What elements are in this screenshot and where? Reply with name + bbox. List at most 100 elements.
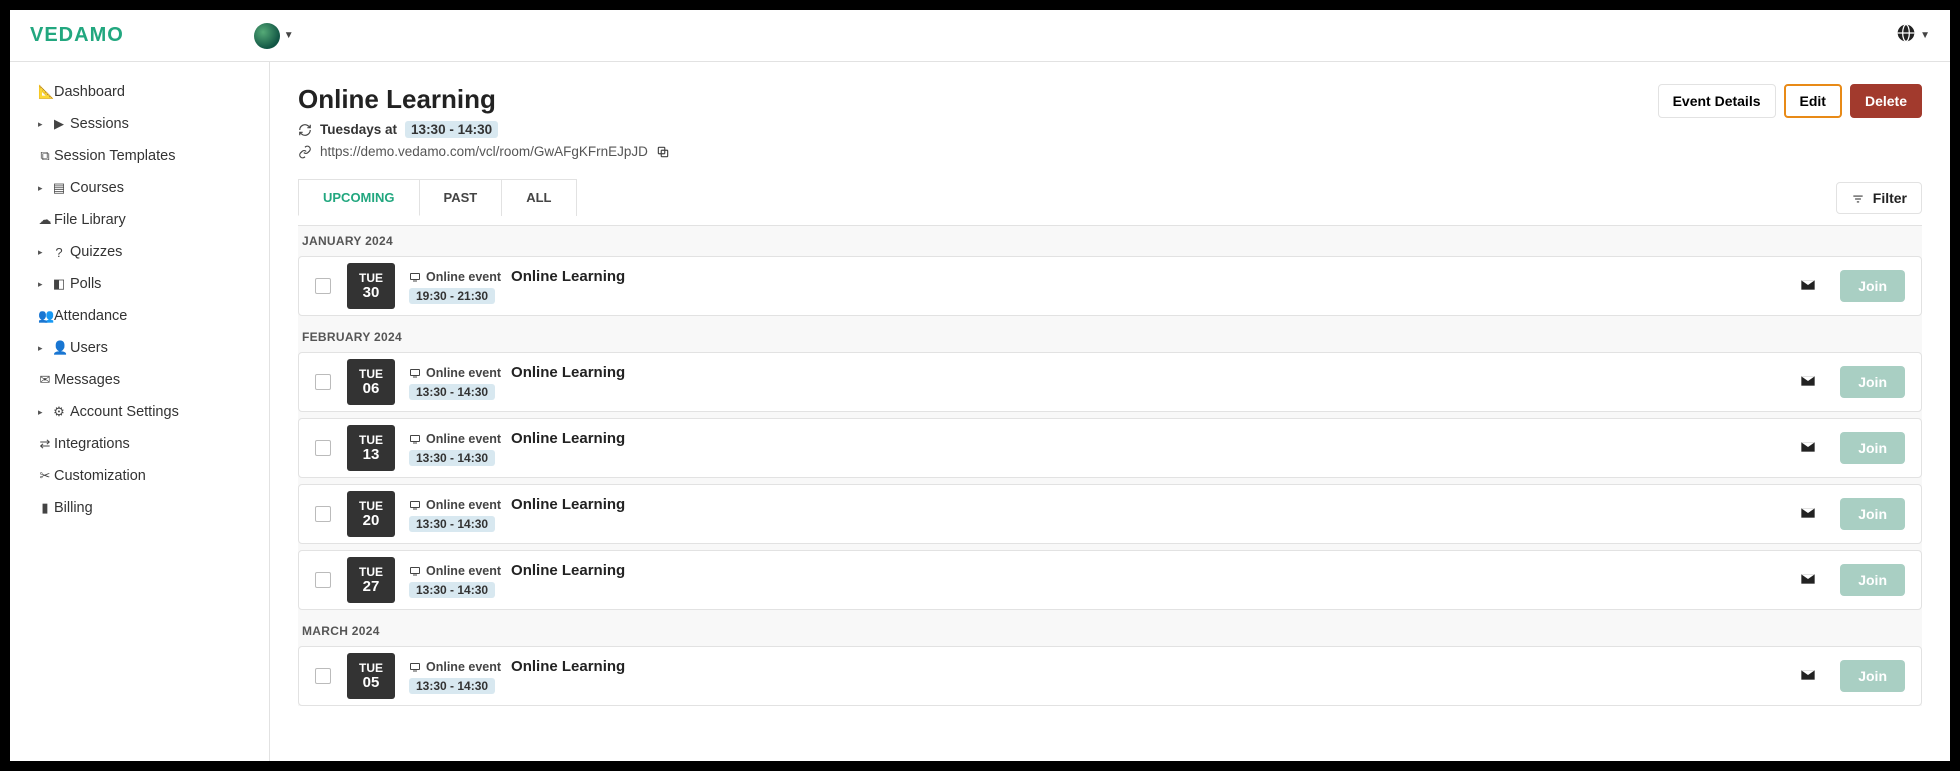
sidebar-item-courses[interactable]: ▸▤Courses [10, 172, 269, 204]
sidebar-item-file-library[interactable]: ☁File Library [10, 204, 269, 236]
event-info: Online eventOnline Learning13:30 - 14:30 [395, 490, 1800, 538]
profile-menu[interactable]: ▼ [254, 23, 294, 49]
sidebar-icon: ⧉ [38, 148, 52, 164]
sidebar-item-label: Customization [54, 468, 146, 484]
event-info: Online eventOnline Learning13:30 - 14:30 [395, 556, 1800, 604]
sidebar-item-label: Session Templates [54, 148, 175, 164]
sidebar-item-billing[interactable]: ▮Billing [10, 492, 269, 524]
sidebar-item-polls[interactable]: ▸◧Polls [10, 268, 269, 300]
sidebar-item-customization[interactable]: ✂Customization [10, 460, 269, 492]
sidebar-item-messages[interactable]: ✉Messages [10, 364, 269, 396]
join-button[interactable]: Join [1840, 498, 1905, 530]
sidebar-icon: ☁ [38, 212, 52, 228]
event-list: JANUARY 2024TUE30 Online eventOnline Lea… [298, 225, 1922, 706]
sidebar-icon: 📐 [38, 84, 52, 100]
row-menu-icon[interactable] [1800, 668, 1816, 685]
row-checkbox[interactable] [315, 572, 331, 588]
sidebar-item-integrations[interactable]: ⇄Integrations [10, 428, 269, 460]
month-header: FEBRUARY 2024 [298, 322, 1922, 352]
edit-button[interactable]: Edit [1784, 84, 1842, 118]
row-menu-icon[interactable] [1800, 506, 1816, 523]
row-menu-icon[interactable] [1800, 440, 1816, 457]
month-header: MARCH 2024 [298, 616, 1922, 646]
recurrence-icon [298, 122, 312, 137]
date-badge: TUE05 [347, 653, 395, 699]
sidebar-item-label: Courses [70, 180, 124, 196]
filter-button[interactable]: Filter [1836, 182, 1922, 214]
sidebar-item-account-settings[interactable]: ▸ ⚙Account Settings [10, 396, 269, 428]
row-menu-icon[interactable] [1800, 572, 1816, 589]
date-badge: TUE27 [347, 557, 395, 603]
row-checkbox[interactable] [315, 278, 331, 294]
filter-label: Filter [1873, 190, 1907, 206]
chevron-right-icon: ▸ [38, 343, 43, 354]
date-dow: TUE [359, 500, 383, 513]
event-title[interactable]: Online Learning [511, 496, 625, 513]
date-badge: TUE20 [347, 491, 395, 537]
event-info: Online eventOnline Learning13:30 - 14:30 [395, 424, 1800, 472]
link-icon [298, 144, 312, 159]
join-button[interactable]: Join [1840, 564, 1905, 596]
chevron-right-icon: ▸ [38, 183, 43, 194]
copy-icon[interactable] [656, 144, 670, 159]
event-title[interactable]: Online Learning [511, 430, 625, 447]
sidebar-item-label: Account Settings [70, 404, 179, 420]
sidebar-item-attendance[interactable]: 👥Attendance [10, 300, 269, 332]
room-url[interactable]: https://demo.vedamo.com/vcl/room/GwAFgKF… [320, 144, 648, 159]
row-checkbox[interactable] [315, 374, 331, 390]
event-row: TUE30 Online eventOnline Learning19:30 -… [298, 256, 1922, 316]
date-day: 20 [363, 513, 380, 530]
sidebar-item-session-templates[interactable]: ⧉Session Templates [10, 140, 269, 172]
row-checkbox[interactable] [315, 668, 331, 684]
join-button[interactable]: Join [1840, 660, 1905, 692]
recurrence-text: Tuesdays at [320, 122, 397, 137]
chevron-right-icon: ▸ [38, 247, 43, 258]
language-menu[interactable]: ▼ [1896, 23, 1930, 49]
event-row: TUE06 Online eventOnline Learning13:30 -… [298, 352, 1922, 412]
sidebar-icon: ⚙ [52, 404, 66, 420]
event-details-button[interactable]: Event Details [1658, 84, 1776, 118]
date-day: 13 [363, 447, 380, 464]
sidebar-icon: ◧ [52, 276, 66, 292]
sidebar: 📐Dashboard▸▶Sessions⧉Session Templates▸▤… [10, 62, 270, 761]
row-menu-icon[interactable] [1800, 374, 1816, 391]
delete-button[interactable]: Delete [1850, 84, 1922, 118]
tab-all[interactable]: ALL [502, 179, 576, 216]
join-button[interactable]: Join [1840, 432, 1905, 464]
sidebar-item-label: Quizzes [70, 244, 122, 260]
sidebar-icon: ? [52, 245, 66, 260]
row-menu-icon[interactable] [1800, 278, 1816, 295]
event-title[interactable]: Online Learning [511, 364, 625, 381]
online-event-tag: Online event [409, 564, 501, 578]
row-actions: Join [1800, 498, 1921, 530]
row-checkbox[interactable] [315, 440, 331, 456]
online-event-tag: Online event [409, 498, 501, 512]
sidebar-item-label: Messages [54, 372, 120, 388]
page-title: Online Learning [298, 84, 670, 115]
row-checkbox[interactable] [315, 506, 331, 522]
chevron-right-icon: ▸ [38, 407, 43, 418]
event-title[interactable]: Online Learning [511, 268, 625, 285]
tab-upcoming[interactable]: UPCOMING [298, 179, 420, 216]
room-link-row: https://demo.vedamo.com/vcl/room/GwAFgKF… [298, 144, 670, 159]
sidebar-item-label: Billing [54, 500, 93, 516]
recurrence-row: Tuesdays at 13:30 - 14:30 [298, 121, 670, 138]
sidebar-item-label: Attendance [54, 308, 127, 324]
sidebar-icon: ▶ [52, 116, 66, 132]
event-row: TUE13 Online eventOnline Learning13:30 -… [298, 418, 1922, 478]
event-info: Online eventOnline Learning13:30 - 14:30 [395, 652, 1800, 700]
event-title[interactable]: Online Learning [511, 658, 625, 675]
event-title[interactable]: Online Learning [511, 562, 625, 579]
join-button[interactable]: Join [1840, 366, 1905, 398]
sidebar-item-dashboard[interactable]: 📐Dashboard [10, 76, 269, 108]
join-button[interactable]: Join [1840, 270, 1905, 302]
sidebar-item-quizzes[interactable]: ▸? Quizzes [10, 236, 269, 268]
sidebar-item-users[interactable]: ▸👤Users [10, 332, 269, 364]
date-dow: TUE [359, 272, 383, 285]
sidebar-item-sessions[interactable]: ▸▶Sessions [10, 108, 269, 140]
date-day: 27 [363, 579, 380, 596]
date-dow: TUE [359, 368, 383, 381]
tab-past[interactable]: PAST [420, 179, 503, 216]
event-row: TUE20 Online eventOnline Learning13:30 -… [298, 484, 1922, 544]
date-day: 06 [363, 381, 380, 398]
